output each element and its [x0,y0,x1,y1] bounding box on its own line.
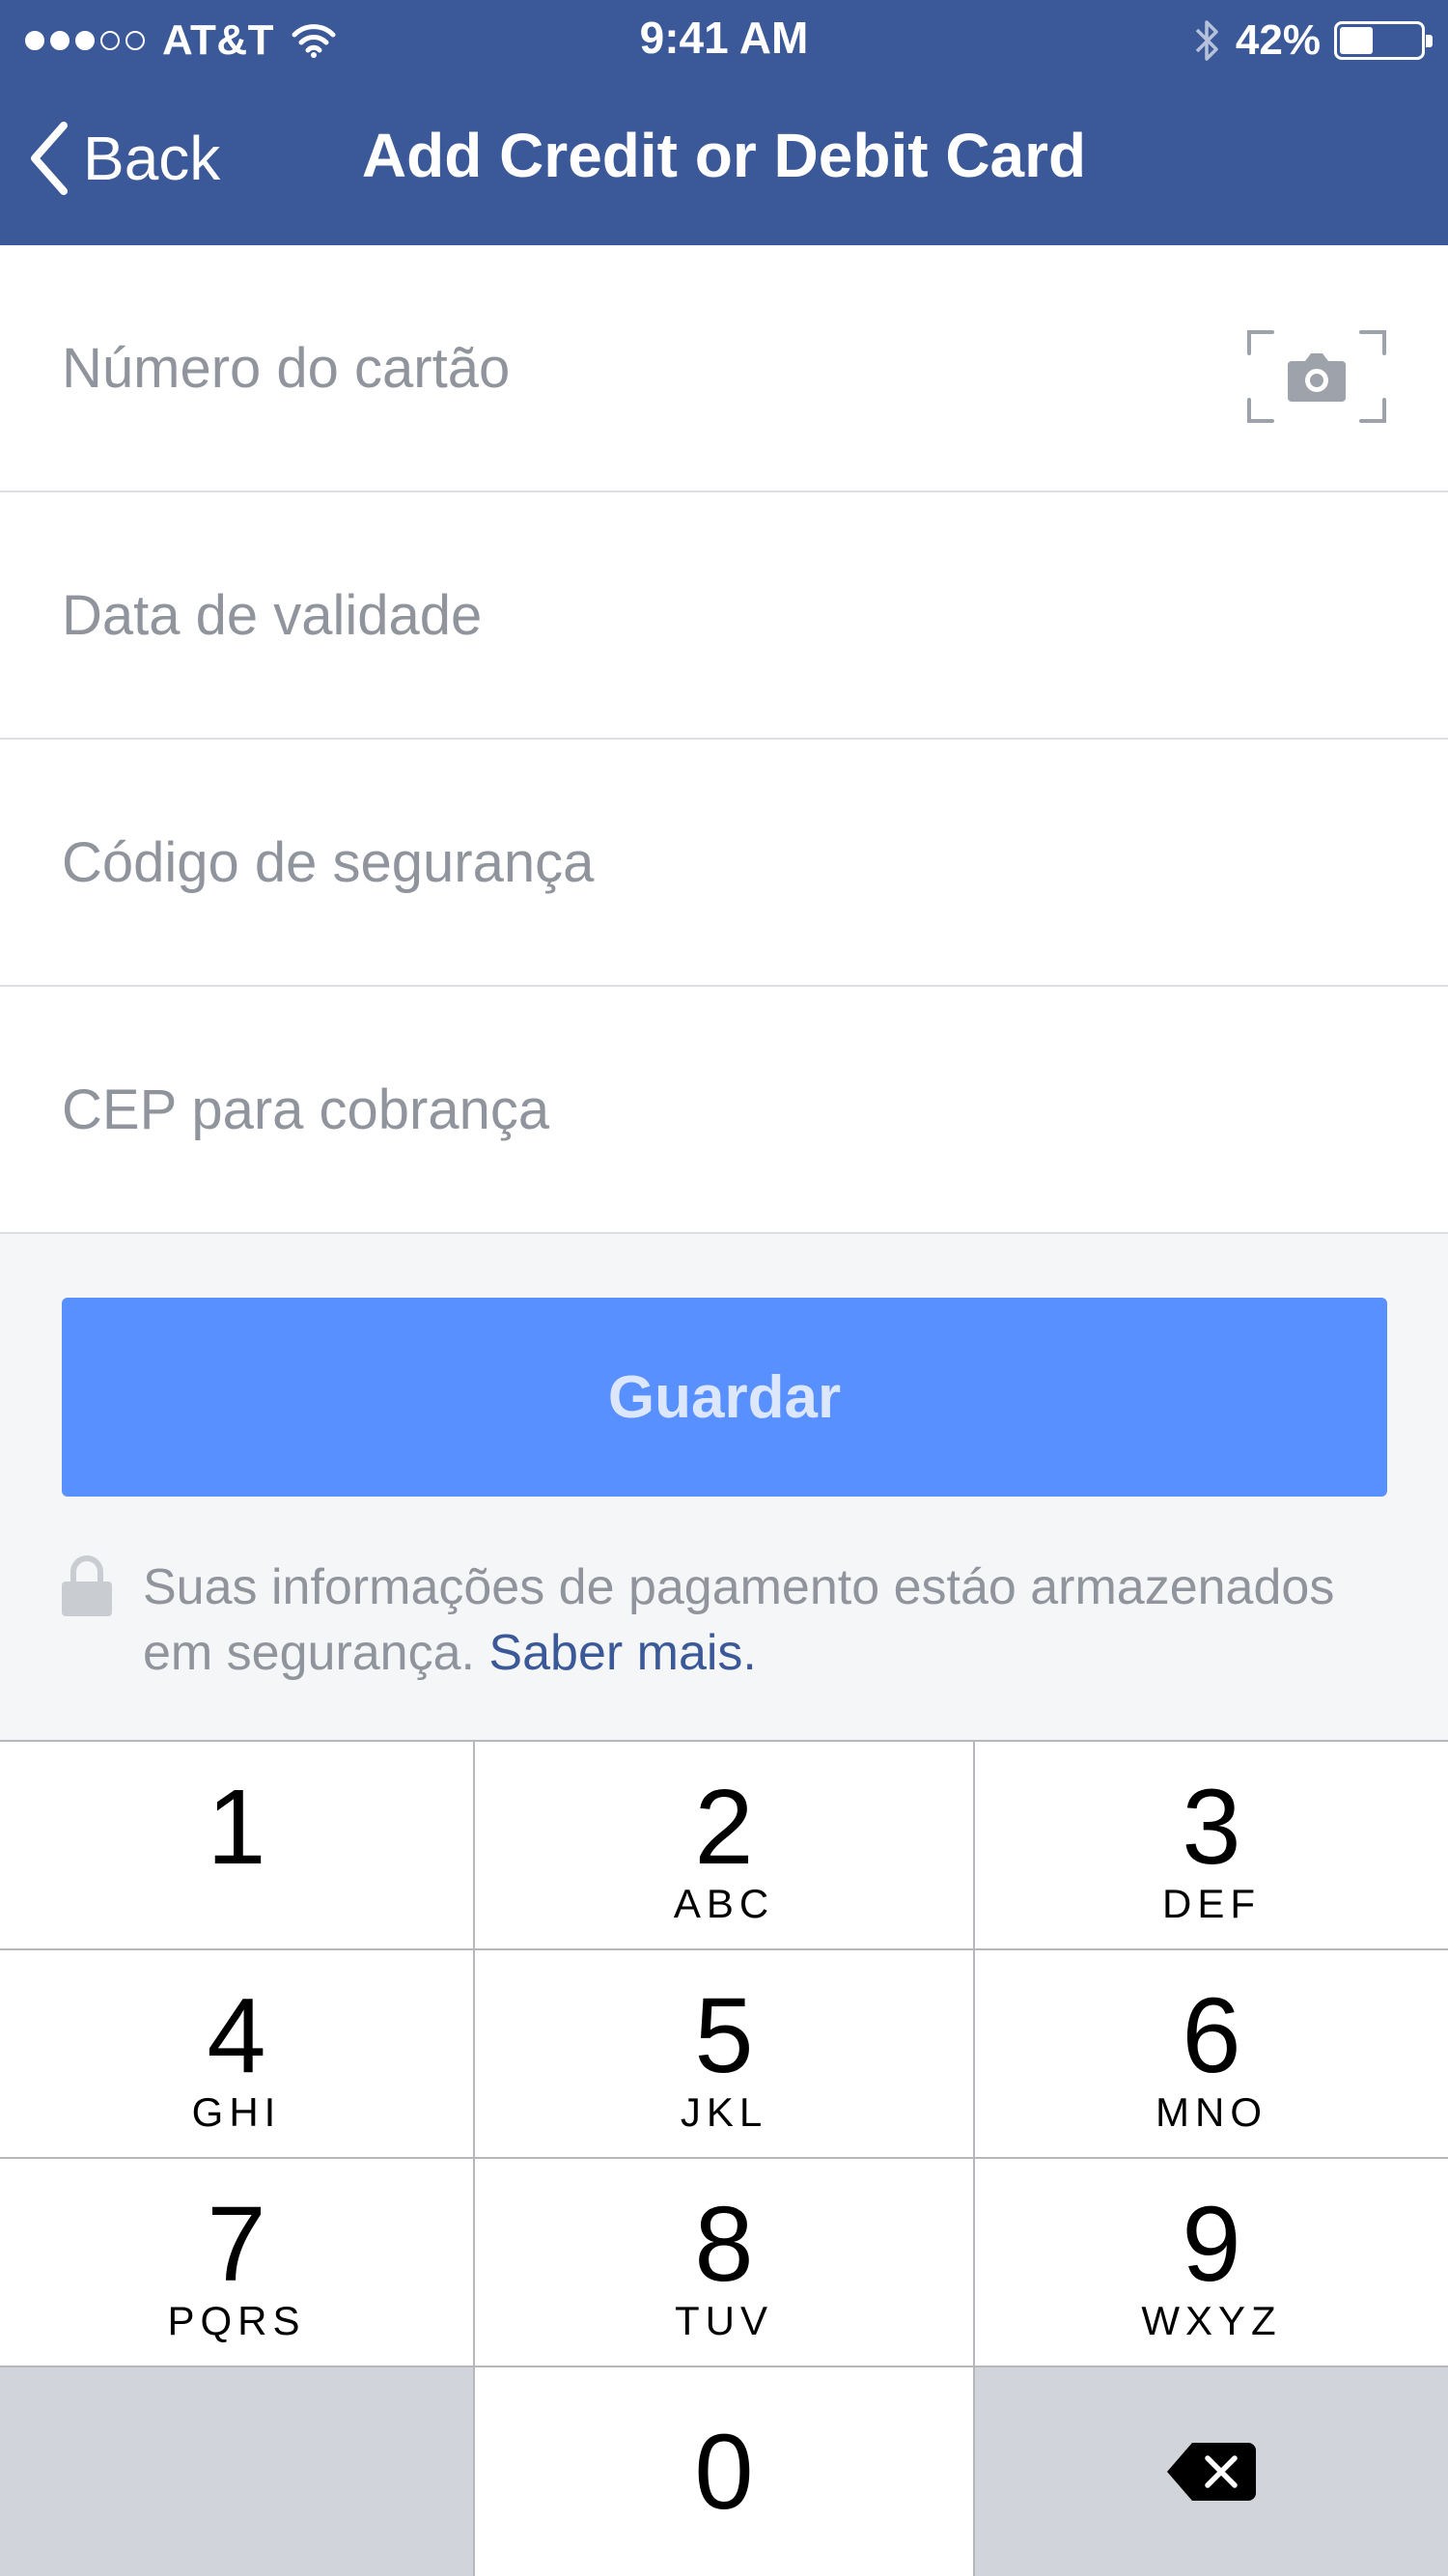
key-digit: 8 [694,2185,754,2304]
save-button[interactable]: Guardar [62,1298,1387,1497]
key-letters: PQRS [167,2298,306,2343]
key-7[interactable]: 7 PQRS [0,2159,473,2366]
navigation-bar: Back Add Credit or Debit Card [0,77,1448,245]
security-code-row [0,740,1448,987]
key-5[interactable]: 5 JKL [475,1950,973,2157]
key-digit: 9 [1182,2185,1241,2304]
key-4[interactable]: 4 GHI [0,1950,473,2157]
lock-icon [62,1555,112,1616]
key-8[interactable]: 8 TUV [475,2159,973,2366]
page-title: Add Credit or Debit Card [361,121,1087,190]
card-number-input[interactable] [62,245,1201,490]
key-letters: MNO [1156,2089,1267,2135]
key-digit: 5 [694,1976,754,2095]
key-digit: 3 [1182,1768,1241,1887]
battery-tip [1426,35,1433,47]
battery-icon [1334,21,1433,60]
key-digit: 2 [694,1768,754,1887]
security-note: Suas informações de pagamento estáo arma… [143,1554,1398,1686]
key-6[interactable]: 6 MNO [975,1950,1448,2157]
key-letters: ABC [673,1881,775,1926]
key-9[interactable]: 9 WXYZ [975,2159,1448,2366]
bluetooth-icon [1195,20,1218,61]
key-0[interactable]: 0 [475,2367,973,2576]
status-right: 42% [1193,14,1433,68]
key-blank [0,2367,473,2576]
key-digit: 6 [1182,1976,1241,2095]
battery-percent: 42% [1235,16,1321,64]
key-digit: 0 [694,2413,754,2532]
numeric-keypad: 1 2 ABC 3 DEF 4 GHI 5 JKL 6 MNO 7 PQRS 8… [0,1740,1448,2576]
key-letters: DEF [1162,1881,1261,1926]
camera-scan-icon[interactable] [1245,328,1388,425]
key-1[interactable]: 1 [0,1742,473,1948]
key-letters: TUV [675,2298,773,2343]
key-digit: 4 [207,1976,266,2095]
key-letters: GHI [191,2089,282,2135]
delete-key[interactable] [975,2367,1448,2576]
expiry-date-row [0,492,1448,740]
key-3[interactable]: 3 DEF [975,1742,1448,1948]
key-digit: 7 [207,2185,266,2304]
key-2[interactable]: 2 ABC [475,1742,973,1948]
key-letters: WXYZ [1141,2298,1282,2343]
security-code-input[interactable] [62,740,1201,985]
status-bar: AT&T 9:41 AM 42% [0,0,1448,77]
billing-zip-input[interactable] [62,987,1201,1232]
backspace-icon [1167,2443,1256,2501]
top-bar: AT&T 9:41 AM 42% Back Add Credit or Debi… [0,0,1448,245]
expiry-date-input[interactable] [62,492,1201,738]
card-number-row [0,245,1448,492]
key-digit: 1 [207,1768,266,1887]
battery-level-fill [1340,27,1374,54]
key-letters: JKL [680,2089,768,2135]
learn-more-link[interactable]: Saber mais. [488,1625,756,1681]
billing-zip-row [0,987,1448,1234]
